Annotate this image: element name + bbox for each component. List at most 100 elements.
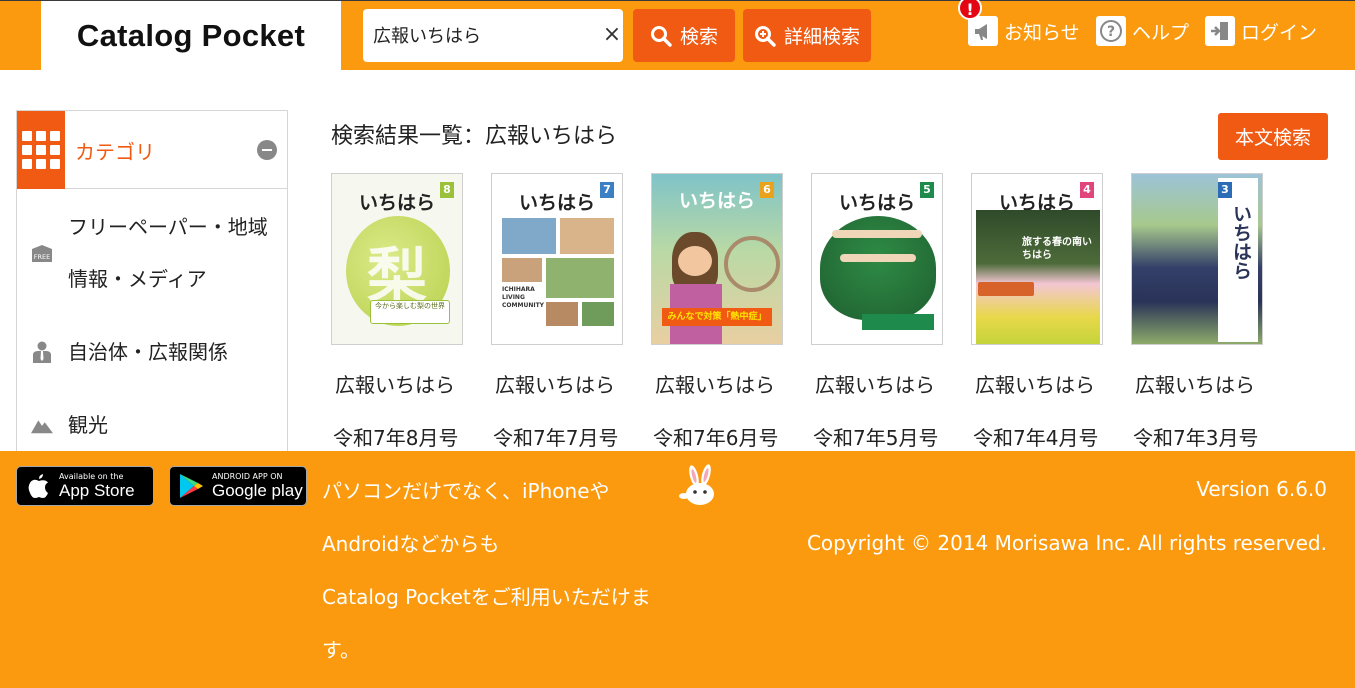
notice-label: お知らせ (1004, 21, 1080, 44)
catalog-issue[interactable]: 令和7年8月号 (333, 422, 458, 451)
catalog-card[interactable]: いちはら 4 旅する春の南いちはら 広報いちはら 令和7年4月号 (971, 173, 1103, 450)
catalog-card[interactable]: いちはら 7 ICHIHARA LIVING COMMUNITY 広報いちはら … (491, 173, 623, 450)
cover-number: 5 (920, 182, 934, 198)
catalog-issue[interactable]: 令和7年6月号 (653, 422, 778, 451)
category-title: カテゴリ (75, 140, 155, 164)
google-play-badge[interactable]: ANDROID APP ON Google play (169, 466, 307, 506)
search-input[interactable] (373, 21, 593, 49)
catalog-title[interactable]: 広報いちはら (1135, 369, 1255, 398)
rabbit-mascot-icon (679, 464, 714, 505)
svg-text:?: ? (1107, 24, 1115, 40)
zoom-plus-icon (754, 25, 776, 47)
cover-art (978, 282, 1034, 296)
sidebar-item-tourism[interactable]: 観光 (17, 399, 287, 451)
cover-photo (546, 258, 614, 298)
clear-icon[interactable]: × (601, 23, 623, 47)
login-label: ログイン (1241, 21, 1318, 44)
catalog-cover[interactable]: いちはら 7 ICHIHARA LIVING COMMUNITY (491, 173, 623, 345)
catalog-cover[interactable]: いちはら 4 旅する春の南いちはら (971, 173, 1103, 345)
footer: Available on the App Store ANDROID APP O… (0, 451, 1355, 688)
search-icon (650, 25, 672, 47)
svg-text:FREE: FREE (34, 253, 50, 261)
apple-icon (28, 474, 48, 498)
footer-message: パソコンだけでなく、iPhoneや Androidなどからも Catalog P… (322, 465, 662, 677)
catalog-issue[interactable]: 令和7年7月号 (493, 422, 618, 451)
google-play-icon (180, 474, 203, 498)
catalog-card[interactable]: いちはら 3 広報いちはら 令和7年3月号 (1131, 173, 1263, 450)
sidebar-item-label: フリーペーパー・地域情報・メディア (68, 215, 268, 291)
cover-photo (560, 218, 614, 254)
logo-text: Catalog Pocket (76, 17, 306, 53)
search-button-label: 検索 (679, 26, 718, 48)
login-door-icon (1205, 16, 1235, 46)
app-store-small: Available on the (59, 472, 124, 481)
sidebar-item-label: 観光 (68, 413, 108, 437)
cover-photo (502, 258, 542, 282)
free-icon: FREE (31, 243, 53, 265)
sidebar-item-government[interactable]: 自治体・広報関係 (17, 326, 287, 378)
fulltext-search-button[interactable]: 本文検索 (1218, 113, 1328, 160)
mountain-icon (31, 414, 53, 436)
cover-art (678, 246, 712, 276)
cover-photo (976, 210, 1100, 344)
question-icon: ? (1096, 16, 1126, 46)
results-title: 検索結果一覧：広報いちはら (331, 124, 618, 149)
person-icon (31, 341, 53, 363)
login-link[interactable]: ログイン (1205, 15, 1317, 47)
help-label: ヘルプ (1132, 21, 1190, 44)
cover-caption: 旅する春の南いちはら (1022, 237, 1092, 261)
google-play-small: ANDROID APP ON (212, 472, 283, 481)
version-text: Version 6.6.0 (1196, 477, 1327, 501)
catalog-cover[interactable]: いちはら 6 みんなで対策「熱中症」 (651, 173, 783, 345)
cover-photo (546, 302, 578, 326)
cover-banner (862, 314, 934, 330)
google-play-big: Google play (212, 481, 303, 500)
category-header[interactable]: カテゴリ (17, 111, 287, 189)
catalog-cover[interactable]: いちはら 3 (1131, 173, 1263, 345)
cover-art (724, 236, 780, 292)
catalog-title[interactable]: 広報いちはら (335, 369, 455, 398)
app-store-badge[interactable]: Available on the App Store (16, 466, 154, 506)
help-link[interactable]: ? ヘルプ (1096, 15, 1189, 47)
catalog-title[interactable]: 広報いちはら (655, 369, 775, 398)
catalog-issue[interactable]: 令和7年4月号 (973, 422, 1098, 451)
advanced-search-label: 詳細検索 (783, 26, 860, 48)
logo[interactable]: Catalog Pocket (41, 1, 341, 70)
cover-number: 6 (760, 182, 774, 198)
catalog-card[interactable]: いちはら 8 梨 今から楽しむ梨の世界 広報いちはら 令和7年8月号 (331, 173, 463, 450)
footer-message-line: Androidなどからも (322, 532, 500, 556)
cover-art (840, 254, 916, 262)
advanced-search-button[interactable]: 詳細検索 (743, 9, 871, 62)
search-button[interactable]: 検索 (633, 9, 735, 62)
category-sidebar: カテゴリ FREE フリーペーパー・地域情報・メディア 自治体・広報関係 観光 (16, 110, 288, 455)
catalog-issue[interactable]: 令和7年5月号 (813, 422, 938, 451)
catalog-title[interactable]: 広報いちはら (975, 369, 1095, 398)
cover-number: 3 (1218, 182, 1232, 198)
cover-number: 7 (600, 182, 614, 198)
footer-message-line: パソコンだけでなく、iPhoneや (322, 479, 610, 503)
cover-title: いちはら (1230, 204, 1252, 280)
notice-link[interactable]: お知らせ (968, 15, 1080, 47)
cover-photo (502, 218, 556, 254)
cover-photo (582, 302, 614, 326)
catalog-cover[interactable]: いちはら 8 梨 今から楽しむ梨の世界 (331, 173, 463, 345)
collapse-icon[interactable] (257, 140, 277, 160)
app-store-big: App Store (59, 481, 135, 500)
header-bar: Catalog Pocket × 検索 詳細検索 お知らせ ! ? ヘルプ ログ… (0, 0, 1355, 70)
cover-number: 8 (440, 182, 454, 198)
catalog-title[interactable]: 広報いちはら (495, 369, 615, 398)
catalog-issue[interactable]: 令和7年3月号 (1133, 422, 1258, 451)
catalog-title[interactable]: 広報いちはら (815, 369, 935, 398)
sidebar-item-freepaper[interactable]: FREE フリーペーパー・地域情報・メディア (17, 201, 287, 306)
megaphone-icon (968, 16, 998, 46)
grid-icon (17, 111, 65, 189)
catalog-card[interactable]: いちはら 6 みんなで対策「熱中症」 広報いちはら 令和7年6月号 (651, 173, 783, 450)
search-field[interactable]: × (363, 9, 623, 62)
catalog-card[interactable]: いちはら 5 広報いちはら 令和7年5月号 (811, 173, 943, 450)
footer-message-line: Catalog Pocketをご利用いただけま (322, 585, 651, 609)
cover-number: 4 (1080, 182, 1094, 198)
catalog-cover[interactable]: いちはら 5 (811, 173, 943, 345)
cover-banner: 今から楽しむ梨の世界 (370, 300, 450, 324)
footer-message-line: す。 (322, 638, 360, 662)
copyright-text: Copyright © 2014 Morisawa Inc. All right… (806, 531, 1327, 555)
